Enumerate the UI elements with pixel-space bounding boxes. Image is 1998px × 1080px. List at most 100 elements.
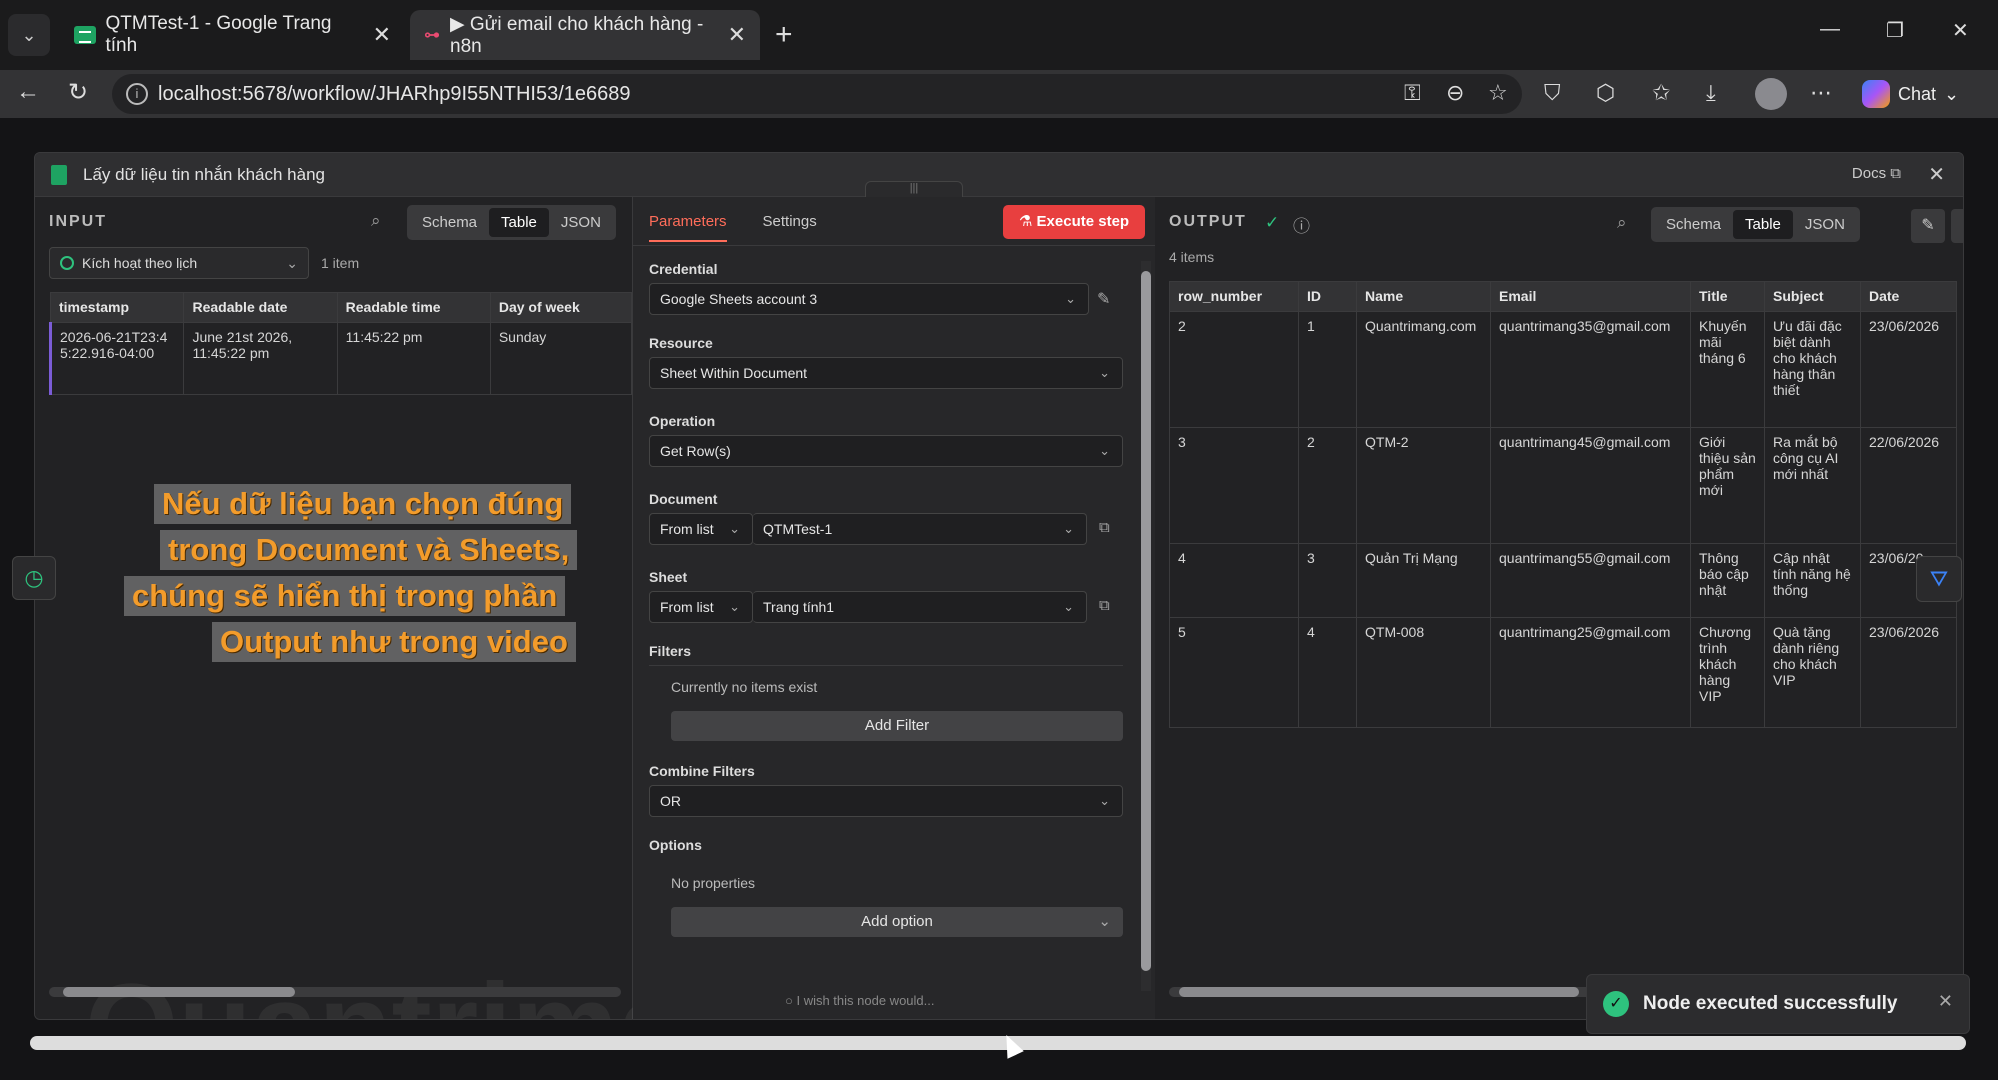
key-icon[interactable]: ⚿ — [1404, 80, 1421, 106]
shield-icon[interactable]: ⛉ — [1544, 80, 1561, 106]
copilot-chat-button[interactable]: Chat ⌄ — [1862, 80, 1959, 108]
table-cell: 3 — [1298, 543, 1357, 618]
view-schema-button[interactable]: Schema — [410, 208, 489, 237]
view-table-button[interactable]: Table — [489, 208, 549, 237]
caption-line: Nếu dữ liệu bạn chọn đúng — [154, 484, 572, 524]
add-option-button[interactable]: Add option ⌄ — [671, 907, 1123, 937]
trigger-node-name: Kích hoạt theo lịch — [82, 255, 198, 271]
document-select[interactable]: QTMTest-1 ⌄ — [753, 513, 1087, 545]
close-window-icon[interactable]: ✕ — [1952, 18, 1969, 43]
filter-icon[interactable]: ⛛ — [1916, 556, 1962, 602]
credential-value: Google Sheets account 3 — [660, 291, 818, 307]
chevron-down-icon: ⌄ — [1098, 913, 1111, 930]
document-mode-select[interactable]: From list ⌄ — [649, 513, 753, 545]
table-cell: 22/06/2026 — [1860, 427, 1957, 544]
tab-list-button[interactable]: ⌄ — [8, 14, 50, 56]
info-icon[interactable]: ⓘ — [1293, 212, 1310, 237]
table-cell: Giới thiệu sản phẩm mới — [1690, 427, 1765, 544]
chevron-down-icon: ⌄ — [286, 254, 298, 271]
minimize-icon[interactable]: — — [1820, 18, 1840, 41]
pin-data-icon[interactable]: ⚲ — [1951, 209, 1963, 243]
close-toast-icon[interactable]: ✕ — [1938, 991, 1953, 1012]
view-json-button[interactable]: JSON — [1793, 210, 1857, 239]
table-cell: QTM-2 — [1356, 427, 1491, 544]
extensions-icon[interactable]: ⬡ — [1596, 80, 1615, 106]
table-row: 2 1 Quantrimang.com quantrimang35@gmail.… — [1169, 311, 1957, 428]
success-check-icon: ✓ — [1603, 991, 1629, 1017]
parameters-scroll-thumb[interactable] — [1141, 271, 1151, 971]
column-header: Readable time — [336, 292, 491, 323]
resource-value: Sheet Within Document — [660, 365, 808, 381]
sheet-mode-select[interactable]: From list ⌄ — [649, 591, 753, 623]
browser-tab-n8n[interactable]: ⊶ ▶ Gửi email cho khách hàng - n8n ✕ — [410, 10, 760, 60]
chevron-down-icon: ⌄ — [729, 599, 740, 614]
chevron-down-icon: ⌄ — [1065, 291, 1076, 306]
close-modal-icon[interactable]: ✕ — [1928, 162, 1945, 187]
reload-icon[interactable]: ↻ — [68, 78, 88, 107]
view-table-button[interactable]: Table — [1733, 210, 1793, 239]
caption-line: Output như trong video — [212, 622, 576, 662]
external-link-icon[interactable]: ⧉ — [1099, 597, 1110, 614]
chevron-down-icon: ⌄ — [1944, 83, 1960, 104]
edit-output-icon[interactable]: ✎ — [1911, 209, 1945, 243]
resource-select[interactable]: Sheet Within Document ⌄ — [649, 357, 1123, 389]
schedule-trigger-clock-icon[interactable]: ◷ — [12, 556, 56, 600]
back-icon[interactable]: ← — [16, 78, 40, 106]
search-icon[interactable]: ⌕ — [1617, 213, 1627, 233]
external-link-icon[interactable]: ⧉ — [1099, 519, 1110, 536]
download-icon[interactable]: ⤓ — [1706, 80, 1716, 106]
column-header: Title — [1690, 281, 1765, 312]
profile-avatar[interactable] — [1755, 78, 1787, 110]
table-row: 4 3 Quản Trị Mạng quantrimang55@gmail.co… — [1169, 543, 1957, 618]
new-tab-button[interactable]: + — [775, 18, 793, 52]
docs-link[interactable]: Docs ⧉ — [1852, 165, 1901, 182]
table-cell: Ra mắt bộ công cụ AI mới nhất — [1764, 427, 1861, 544]
tab-title: QTMTest-1 - Google Trang tính — [105, 13, 332, 56]
n8n-icon: ⊶ — [424, 27, 440, 44]
close-tab-icon[interactable]: ✕ — [728, 22, 746, 48]
add-filter-button[interactable]: Add Filter — [671, 711, 1123, 741]
table-cell: quantrimang35@gmail.com — [1490, 311, 1691, 428]
table-header-row: row_number ID Name Email Title Subject D… — [1169, 281, 1957, 312]
table-cell: 2026-06-21T23:45:22.916-04:00 — [48, 322, 185, 395]
input-table: timestamp Readable date Readable time Da… — [48, 292, 633, 395]
search-icon[interactable]: ⌕ — [371, 211, 381, 231]
view-schema-button[interactable]: Schema — [1654, 210, 1733, 239]
view-json-button[interactable]: JSON — [549, 208, 613, 237]
close-tab-icon[interactable]: ✕ — [373, 22, 391, 48]
input-node-select[interactable]: Kích hoạt theo lịch ⌄ — [49, 247, 309, 279]
table-cell: 1 — [1298, 311, 1357, 428]
url-input[interactable]: i localhost:5678/workflow/JHARhp9I55NTHI… — [112, 74, 1522, 114]
output-scroll-thumb[interactable] — [1179, 987, 1579, 997]
zoom-icon[interactable]: ⊖ — [1446, 80, 1464, 106]
column-header: Email — [1490, 281, 1691, 312]
table-cell: 4 — [1298, 617, 1357, 728]
credential-select[interactable]: Google Sheets account 3 ⌄ — [649, 283, 1089, 315]
sheet-value: Trang tính1 — [763, 599, 835, 615]
execute-step-button[interactable]: ⚗ Execute step — [1003, 205, 1145, 239]
tab-settings[interactable]: Settings — [763, 213, 817, 242]
resource-label: Resource — [649, 335, 713, 351]
column-header: timestamp — [49, 292, 185, 323]
table-cell: 5 — [1169, 617, 1299, 728]
operation-select[interactable]: Get Row(s) ⌄ — [649, 435, 1123, 467]
tab-parameters[interactable]: Parameters — [649, 213, 727, 242]
edit-pencil-icon[interactable]: ✎ — [1097, 289, 1110, 309]
combine-filters-select[interactable]: OR ⌄ — [649, 785, 1123, 817]
sheet-select[interactable]: Trang tính1 ⌄ — [753, 591, 1087, 623]
google-sheets-icon — [51, 165, 67, 185]
feedback-hint-text: I wish this node would... — [796, 993, 935, 1008]
feedback-hint[interactable]: ○ I wish this node would... — [785, 993, 935, 1008]
favorite-star-icon[interactable]: ☆ — [1488, 80, 1508, 106]
operation-value: Get Row(s) — [660, 443, 731, 459]
site-info-icon[interactable]: i — [126, 83, 148, 105]
more-menu-icon[interactable]: ⋯ — [1810, 80, 1832, 106]
restore-icon[interactable]: ❐ — [1886, 18, 1904, 43]
favorites-icon[interactable]: ✩ — [1652, 80, 1670, 106]
tabs-divider — [633, 245, 1155, 246]
input-scroll-thumb[interactable] — [63, 987, 295, 997]
table-cell: Ưu đãi đặc biệt dành cho khách hàng thân… — [1764, 311, 1861, 428]
browser-tab-sheets[interactable]: QTMTest-1 - Google Trang tính ✕ — [60, 10, 405, 60]
table-cell: QTM-008 — [1356, 617, 1491, 728]
node-title[interactable]: Lấy dữ liệu tin nhắn khách hàng — [83, 165, 325, 185]
